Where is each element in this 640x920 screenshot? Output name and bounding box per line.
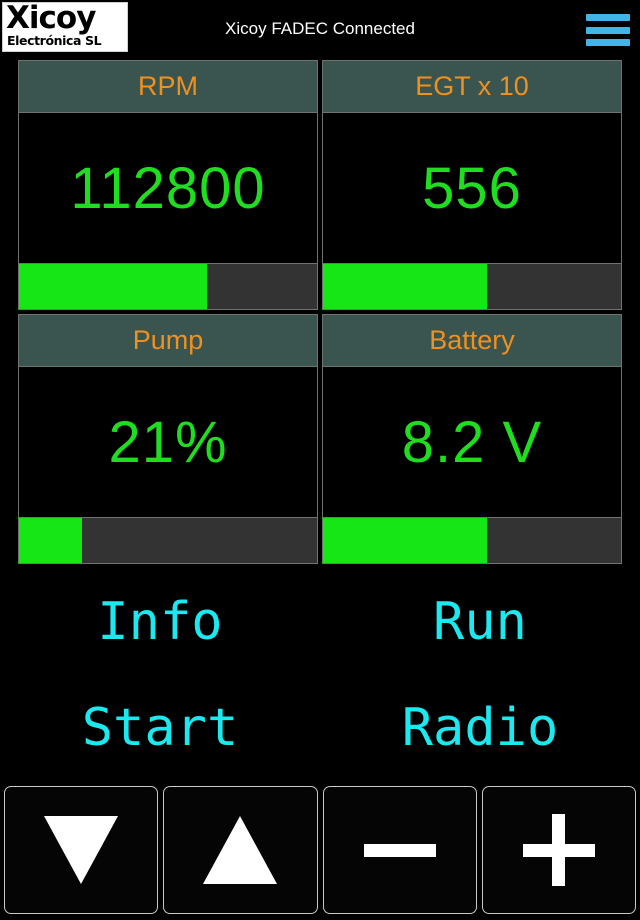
hamburger-menu-icon[interactable] [586,14,630,46]
gauge-rpm-bar [19,263,317,309]
title-bar: Xicoy Electrónica SL Xicoy FADEC Connect… [0,0,640,58]
triangle-up-icon [203,816,278,884]
gauge-egt-label: EGT x 10 [323,61,621,113]
start-button[interactable]: Start [0,692,320,764]
gauge-battery-bar-fill [323,518,487,563]
hamburger-bar-3 [586,39,630,46]
command-row-secondary: Start Radio [0,692,640,764]
increase-small-button[interactable] [481,786,636,914]
gauge-battery-label: Battery [323,315,621,367]
triangle-down-icon [44,816,119,884]
stepper-button-row [4,786,636,914]
connection-status-title: Xicoy FADEC Connected [225,19,415,38]
gauge-rpm-label: RPM [19,61,317,113]
gauge-battery-bar [323,517,621,563]
gauge-pump: Pump 21% [18,314,318,564]
gauge-battery-value: 8.2 V [323,367,621,517]
gauge-pump-bar-fill [19,518,82,563]
gauge-egt-value: 556 [323,113,621,263]
decrease-large-button[interactable] [4,786,159,914]
gauge-rpm-bar-fill [19,264,207,309]
run-button[interactable]: Run [320,586,640,658]
decrease-small-button[interactable] [322,786,477,914]
hamburger-bar-2 [586,26,630,34]
command-row-primary: Info Run [0,586,640,658]
gauge-egt: EGT x 10 556 [322,60,622,310]
plus-icon [522,814,595,886]
hamburger-bar-1 [586,14,630,21]
increase-large-button[interactable] [163,786,318,914]
minus-icon [363,843,436,857]
gauge-pump-value: 21% [19,367,317,517]
gauge-rpm-value: 112800 [19,113,317,263]
gauge-pump-label: Pump [19,315,317,367]
gauge-grid: RPM 112800 EGT x 10 556 Pump 21% Battery… [18,60,622,568]
gauge-rpm: RPM 112800 [18,60,318,310]
info-button[interactable]: Info [0,586,320,658]
gauge-egt-bar [323,263,621,309]
gauge-battery: Battery 8.2 V [322,314,622,564]
radio-button[interactable]: Radio [320,692,640,764]
gauge-egt-bar-fill [323,264,487,309]
gauge-pump-bar [19,517,317,563]
